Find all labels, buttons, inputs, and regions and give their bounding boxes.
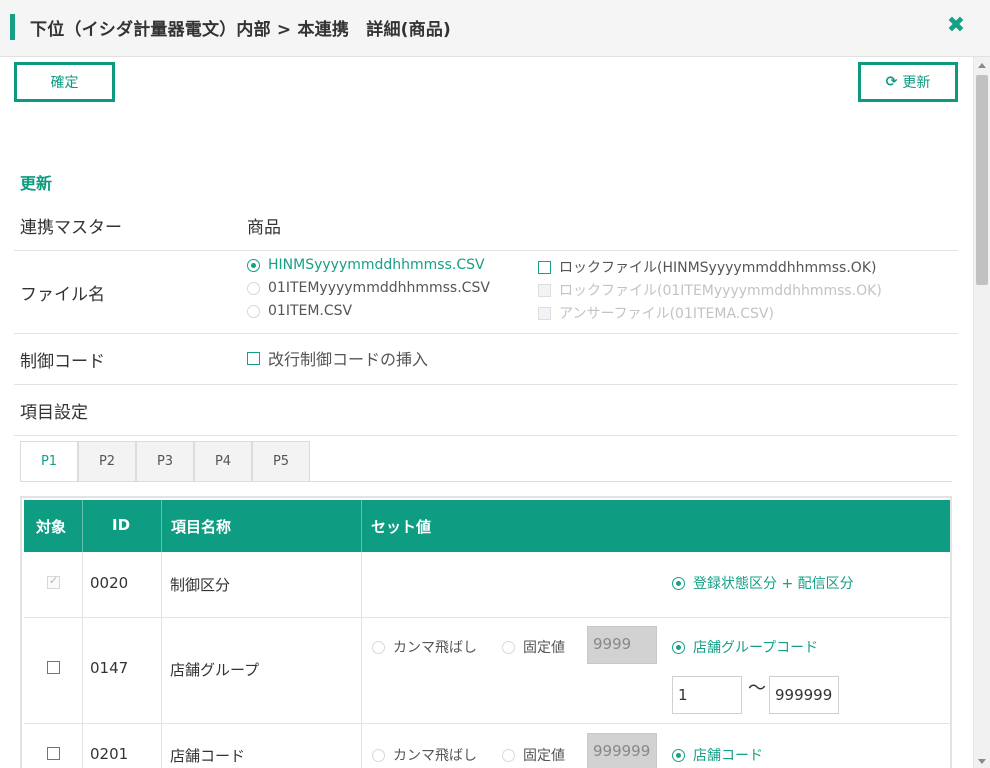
set-option-label: 店舗コード [693,748,763,764]
set-option-label: 登録状態区分 + 配信区分 [693,576,854,592]
checkbox-icon [538,283,551,297]
radio-icon[interactable] [247,281,260,295]
row-item-name: 制御区分 [170,576,231,594]
row-item-name: 店舗グループ [170,661,260,679]
comma-skip-option[interactable]: カンマ飛ばし [372,745,477,765]
comma-skip-label: カンマ飛ばし [393,748,477,764]
fixed-value-input: 9999 [587,626,657,664]
tab-p2[interactable]: P2 [78,441,136,482]
col-id: ID [112,516,131,534]
scroll-up-icon[interactable] [978,63,986,68]
dialog-title: 下位（イシダ計量器電文）内部 > 本連携 詳細(商品) [30,20,452,40]
answer-file-label: アンサーファイル(01ITEMA.CSV) [559,306,774,322]
set-option-store-group[interactable]: 店舗グループコード [672,637,818,657]
file-option-label: 01ITEM.CSV [268,303,353,319]
refresh-icon: ⟳ [885,74,898,90]
file-option-01item-dated[interactable]: 01ITEMyyyymmddhhmmss.CSV [247,280,490,296]
tab-p4[interactable]: P4 [194,441,252,482]
radio-icon[interactable] [247,258,260,272]
range-to-input[interactable]: 999999 [769,676,839,714]
file-option-label: 01ITEMyyyymmddhhmmss.CSV [268,280,490,296]
item-settings-label: 項目設定 [20,403,88,423]
form-row-control-code: 制御コード 改行制御コードの挿入 [14,334,958,385]
control-code-label: 制御コード [20,352,105,372]
comma-skip-option[interactable]: カンマ飛ばし [372,637,477,657]
confirm-button[interactable]: 確定 [14,62,115,102]
fixed-value-input: 999999 [587,733,657,768]
form-row-master: 連携マスター 商品 [14,198,958,251]
set-option-label: 店舗グループコード [693,640,819,656]
file-option-01item[interactable]: 01ITEM.CSV [247,303,352,319]
table-row: 0020 制御区分 登録状態区分 + 配信区分 [24,552,950,618]
lock-file-hinms[interactable]: ロックファイル(HINMSyyyymmddhhmmss.OK) [538,257,876,277]
radio-icon[interactable] [502,640,515,654]
file-option-hinms[interactable]: HINMSyyyymmddhhmmss.CSV [247,257,485,273]
filename-label: ファイル名 [20,285,105,305]
fixed-value-option[interactable]: 固定値 [502,637,565,657]
tab-p5[interactable]: P5 [252,441,310,482]
lock-file-01item: ロックファイル(01ITEMyyyymmddhhmmss.OK) [538,280,882,300]
item-grid: 対象 ID 項目名称 セット値 0020 制御区分 登録状態区分 + 配信区分 … [20,496,952,768]
table-row: 0147 店舗グループ カンマ飛ばし 固定値 9999 店舗グループコード 1 … [24,618,950,724]
tab-p3[interactable]: P3 [136,441,194,482]
update-button-label: 更新 [902,75,931,91]
vertical-scrollbar[interactable] [973,57,990,768]
checkbox-icon[interactable] [247,351,260,365]
range-tilde: 〜 [748,678,766,699]
master-value: 商品 [247,218,281,238]
fixed-value-label: 固定値 [523,640,565,656]
form-row-item-settings: 項目設定 [14,385,958,436]
fixed-value-label: 固定値 [523,748,565,764]
update-button[interactable]: ⟳ 更新 [858,62,958,102]
checkbox-icon [538,306,551,320]
radio-icon[interactable] [672,748,685,762]
row-id: 0201 [90,745,129,763]
dialog-header: 下位（イシダ計量器電文）内部 > 本連携 詳細(商品) ✖ [0,0,990,57]
radio-icon[interactable] [672,640,685,654]
control-code-option-label: 改行制御コードの挿入 [268,350,429,369]
radio-icon[interactable] [502,748,515,762]
radio-icon[interactable] [247,304,260,318]
comma-skip-label: カンマ飛ばし [393,640,477,656]
radio-icon[interactable] [672,576,685,590]
scroll-down-icon[interactable] [978,759,986,764]
form-row-filename: ファイル名 HINMSyyyymmddhhmmss.CSV 01ITEMyyyy… [14,251,958,334]
set-option-status[interactable]: 登録状態区分 + 配信区分 [672,573,854,593]
row-target-checkbox [47,574,60,589]
range-from-input[interactable]: 1 [672,676,742,714]
control-code-option[interactable]: 改行制御コードの挿入 [247,346,428,370]
answer-file-01itema: アンサーファイル(01ITEMA.CSV) [538,303,774,323]
master-label: 連携マスター [20,218,122,238]
row-id: 0147 [90,659,129,677]
confirm-button-label: 確定 [50,75,79,91]
col-target: 対象 [36,518,67,536]
set-option-store-code[interactable]: 店舗コード [672,745,763,765]
tab-divider [20,481,952,482]
checkbox-icon[interactable] [538,260,551,274]
title-accent-bar [10,14,15,40]
table-row: 0201 店舗コード カンマ飛ばし 固定値 999999 店舗コード [24,724,950,768]
close-icon[interactable]: ✖ [943,12,969,38]
lock-file-label: ロックファイル(01ITEMyyyymmddhhmmss.OK) [559,283,882,299]
col-item-name: 項目名称 [171,518,232,536]
scrollbar-thumb[interactable] [976,75,988,285]
fixed-value-option[interactable]: 固定値 [502,745,565,765]
row-target-checkbox[interactable] [47,747,60,760]
lock-file-label: ロックファイル(HINMSyyyymmddhhmmss.OK) [559,260,877,276]
radio-icon[interactable] [372,748,385,762]
row-item-name: 店舗コード [170,747,246,765]
grid-header: 対象 ID 項目名称 セット値 [24,500,950,552]
file-option-label: HINMSyyyymmddhhmmss.CSV [268,257,485,273]
radio-icon[interactable] [372,640,385,654]
tab-p1[interactable]: P1 [20,441,78,482]
col-set-value: セット値 [371,518,432,536]
row-target-checkbox[interactable] [47,661,60,674]
row-id: 0020 [90,574,129,592]
section-title: 更新 [20,174,53,193]
